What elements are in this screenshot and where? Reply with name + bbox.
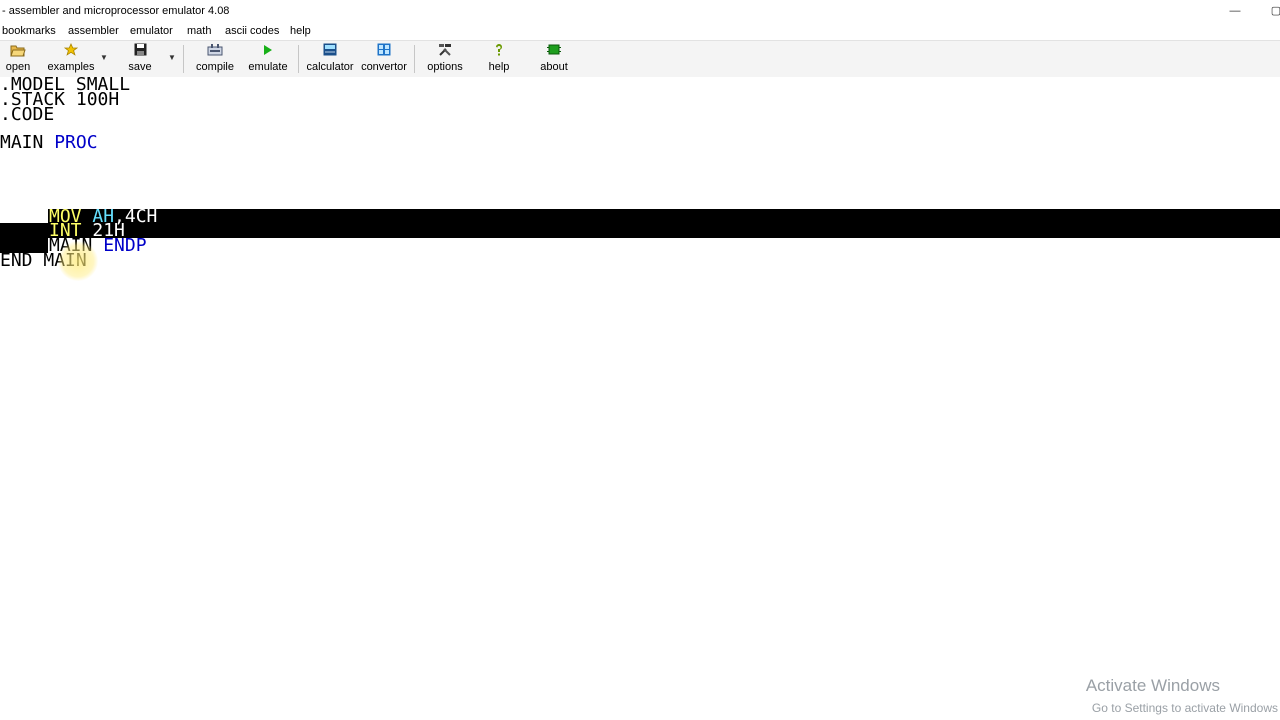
activation-watermark: Activate Windows Go to Settings to activ… — [1070, 676, 1280, 720]
save-dropdown-arrow[interactable]: ▼ — [168, 53, 176, 62]
open-button[interactable]: open — [2, 43, 34, 75]
window-title: - assembler and microprocessor emulator … — [2, 5, 230, 17]
title-bar: - assembler and microprocessor emulator … — [0, 0, 1280, 22]
code-line: .CODE — [0, 104, 55, 125]
code-line: MAIN PROC — [0, 132, 98, 153]
menu-bar: bookmarks assembler emulator math ascii … — [0, 22, 1280, 40]
play-icon — [246, 43, 290, 61]
watermark-title: Activate Windows — [1085, 676, 1220, 695]
menu-assembler[interactable]: assembler — [68, 22, 119, 40]
toolbar: open examples ▼ save ▼ compile emulate c… — [0, 40, 1280, 78]
folder-open-icon — [2, 43, 34, 61]
emulate-button[interactable]: emulate — [246, 43, 290, 75]
menu-emulator[interactable]: emulator — [130, 22, 173, 40]
examples-dropdown-arrow[interactable]: ▼ — [100, 53, 108, 62]
minimize-button[interactable]: — — [1225, 0, 1245, 22]
watermark-subtitle: Go to Settings to activate Windows — [1091, 701, 1278, 715]
convertor-icon — [360, 43, 408, 61]
examples-button[interactable]: examples — [46, 43, 96, 75]
calculator-button[interactable]: calculator — [304, 43, 356, 75]
compile-icon — [193, 43, 237, 61]
selection-highlight — [0, 223, 48, 238]
menu-math[interactable]: math — [187, 22, 211, 40]
question-icon — [484, 43, 514, 61]
menu-help[interactable]: help — [290, 22, 311, 40]
floppy-disk-icon — [124, 43, 156, 61]
convertor-button[interactable]: convertor — [360, 43, 408, 75]
about-button[interactable]: about — [536, 43, 572, 75]
save-button[interactable]: save — [124, 43, 156, 75]
code-editor[interactable]: .MODEL SMALL .STACK 100H .CODE MAIN PROC… — [0, 76, 1280, 720]
calculator-icon — [304, 43, 356, 61]
compile-button[interactable]: compile — [193, 43, 237, 75]
menu-bookmarks[interactable]: bookmarks — [2, 22, 56, 40]
options-button[interactable]: options — [424, 43, 466, 75]
toolbar-separator — [298, 45, 299, 73]
toolbar-separator — [183, 45, 184, 73]
maximize-button[interactable]: ▢ — [1266, 0, 1280, 22]
help-button[interactable]: help — [484, 43, 514, 75]
star-icon — [46, 43, 96, 61]
code-line: END MAIN — [0, 250, 87, 271]
selection-highlight — [48, 209, 1280, 238]
menu-ascii-codes[interactable]: ascii codes — [225, 22, 279, 40]
toolbar-separator — [414, 45, 415, 73]
tools-icon — [424, 43, 466, 61]
chip-icon — [536, 43, 572, 61]
